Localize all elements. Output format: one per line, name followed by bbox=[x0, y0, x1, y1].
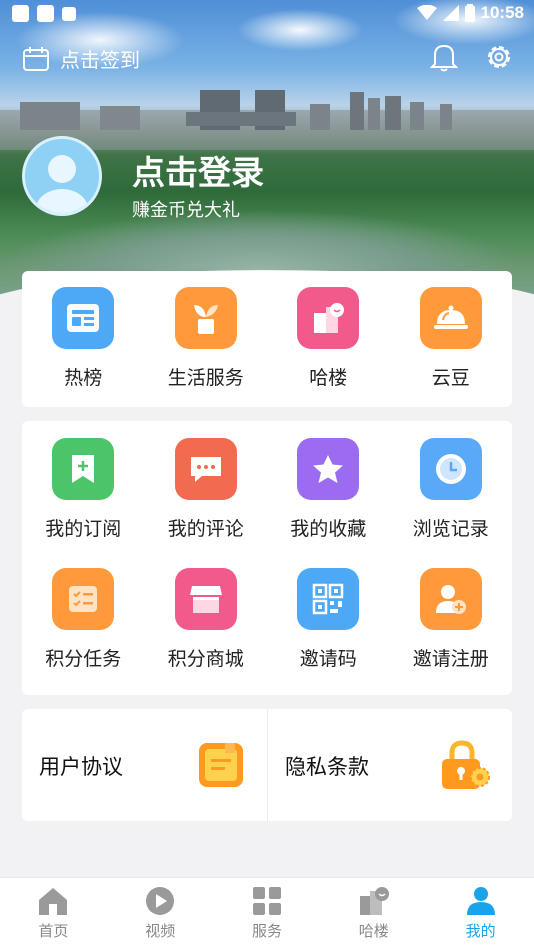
store-icon bbox=[174, 568, 237, 630]
star-icon bbox=[297, 438, 360, 500]
clock-icon bbox=[419, 438, 482, 500]
halou-label: 哈楼 bbox=[309, 367, 348, 389]
notification-icon bbox=[12, 5, 29, 22]
login-subtitle: 赚金币兑大礼 bbox=[132, 200, 240, 221]
nav-video[interactable]: 视频 bbox=[107, 878, 214, 950]
add-user-icon bbox=[419, 568, 482, 630]
nav-service-label: 服务 bbox=[251, 922, 282, 940]
hot-list-icon bbox=[52, 287, 115, 349]
cloche-icon bbox=[419, 287, 482, 349]
invite-code-entry[interactable]: 邀请码 bbox=[267, 568, 390, 671]
browse-history-label: 浏览记录 bbox=[412, 518, 489, 540]
hot-list-entry[interactable]: 热榜 bbox=[22, 287, 145, 390]
nav-home[interactable]: 首页 bbox=[0, 878, 107, 950]
my-comment-label: 我的评论 bbox=[167, 518, 244, 540]
bottom-navigation: 首页 视频 服务 哈楼 我的 bbox=[0, 877, 534, 950]
hot-list-label: 热榜 bbox=[64, 367, 103, 389]
checkin-label: 点击签到 bbox=[60, 48, 140, 72]
wifi-icon bbox=[416, 5, 437, 20]
my-subscription-label: 我的订阅 bbox=[45, 518, 122, 540]
my-favorite-label: 我的收藏 bbox=[290, 518, 367, 540]
life-service-label: 生活服务 bbox=[167, 367, 244, 389]
my-subscription-entry[interactable]: 我的订阅 bbox=[22, 438, 145, 541]
building-icon bbox=[359, 887, 389, 915]
nav-halou-label: 哈楼 bbox=[358, 922, 389, 940]
nav-video-label: 视频 bbox=[145, 922, 176, 940]
cloud-bean-label: 云豆 bbox=[431, 367, 470, 389]
play-icon bbox=[146, 887, 175, 915]
default-avatar-icon bbox=[36, 155, 88, 213]
grid-icon bbox=[252, 887, 281, 915]
gear-icon[interactable] bbox=[484, 42, 514, 72]
quick-links-card: 热榜 生活服务 哈楼 云豆 bbox=[22, 271, 512, 407]
user-agreement-label: 用户协议 bbox=[39, 755, 123, 779]
checkin-button[interactable]: 点击签到 bbox=[22, 44, 140, 73]
task-list-icon bbox=[52, 568, 115, 630]
invite-register-label: 邀请注册 bbox=[412, 648, 489, 670]
user-agreement-link[interactable]: 用户协议 bbox=[22, 709, 267, 821]
comment-icon bbox=[174, 438, 237, 500]
building-icon bbox=[297, 287, 360, 349]
plant-icon bbox=[174, 287, 237, 349]
lock-icon bbox=[442, 740, 490, 789]
my-favorite-entry[interactable]: 我的收藏 bbox=[267, 438, 390, 541]
notification-icon bbox=[37, 5, 54, 22]
nav-halou[interactable]: 哈楼 bbox=[320, 878, 427, 950]
calendar-icon bbox=[23, 46, 49, 71]
points-mall-label: 积分商城 bbox=[167, 648, 244, 670]
home-icon bbox=[39, 888, 68, 915]
life-service-entry[interactable]: 生活服务 bbox=[145, 287, 268, 390]
status-bar: 10:58 bbox=[0, 0, 534, 30]
policy-links-card: 用户协议 隐私条款 bbox=[22, 709, 512, 821]
notification-icon bbox=[62, 7, 76, 21]
cloud-bean-entry[interactable]: 云豆 bbox=[390, 287, 513, 390]
points-task-label: 积分任务 bbox=[45, 648, 122, 670]
invite-register-entry[interactable]: 邀请注册 bbox=[390, 568, 513, 671]
browse-history-entry[interactable]: 浏览记录 bbox=[390, 438, 513, 541]
privacy-policy-link[interactable]: 隐私条款 bbox=[267, 709, 512, 821]
avatar[interactable] bbox=[22, 136, 102, 216]
bell-icon[interactable] bbox=[430, 42, 458, 72]
points-task-entry[interactable]: 积分任务 bbox=[22, 568, 145, 671]
nav-mine-label: 我的 bbox=[465, 922, 496, 940]
status-time: 10:58 bbox=[480, 3, 524, 22]
invite-code-label: 邀请码 bbox=[299, 648, 357, 670]
signal-icon bbox=[442, 5, 459, 21]
qr-code-icon bbox=[297, 568, 360, 630]
nav-mine[interactable]: 我的 bbox=[427, 878, 534, 950]
battery-icon bbox=[464, 4, 475, 22]
features-card: 我的订阅 我的评论 我的收藏 浏览记录 积分任务 积分商城 邀请码 邀请注册 bbox=[22, 421, 512, 695]
my-comment-entry[interactable]: 我的评论 bbox=[145, 438, 268, 541]
privacy-policy-label: 隐私条款 bbox=[285, 755, 369, 779]
login-title[interactable]: 点击登录 bbox=[132, 146, 264, 194]
nav-service[interactable]: 服务 bbox=[214, 878, 321, 950]
document-icon bbox=[199, 743, 243, 787]
person-icon bbox=[466, 887, 495, 915]
points-mall-entry[interactable]: 积分商城 bbox=[145, 568, 268, 671]
bookmark-add-icon bbox=[52, 438, 115, 500]
nav-home-label: 首页 bbox=[38, 922, 69, 940]
halou-entry[interactable]: 哈楼 bbox=[267, 287, 390, 390]
